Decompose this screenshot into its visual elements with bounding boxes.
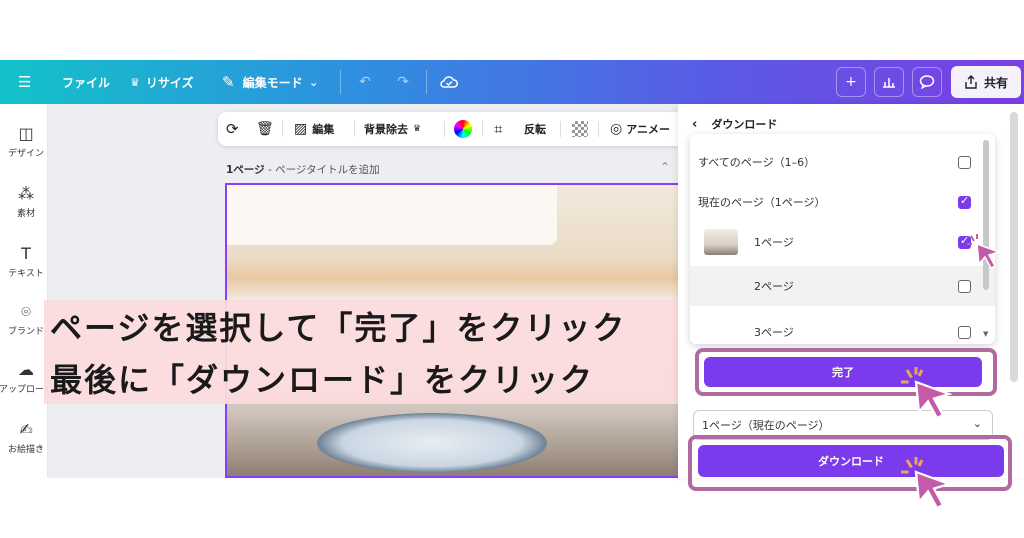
add-icon[interactable]: +	[836, 67, 866, 97]
checkbox[interactable]	[958, 325, 971, 339]
transparency-button[interactable]	[572, 112, 588, 146]
page-thumbnail	[704, 229, 738, 255]
page-title[interactable]: 1ページ - ページタイトルを追加	[226, 162, 380, 177]
comment-icon[interactable]	[912, 67, 942, 97]
color-picker-button[interactable]	[454, 112, 472, 146]
checkbox[interactable]	[958, 279, 971, 293]
page-option-2[interactable]: 2ページ	[690, 266, 995, 306]
sidebar-item-label: 素材	[16, 209, 35, 219]
click-pointer-icon	[901, 457, 953, 510]
trash-icon[interactable]: 🗑	[256, 112, 274, 146]
animate-button[interactable]: ◎ アニメー	[610, 112, 670, 146]
checkbox[interactable]	[958, 155, 971, 169]
page-option-1[interactable]: 1ページ	[690, 222, 980, 262]
page-option-all[interactable]: すべてのページ（1–6）	[690, 142, 980, 182]
page-option-label: すべてのページ（1–6）	[698, 156, 816, 169]
color-wheel-icon	[454, 120, 472, 138]
text-icon: T	[21, 244, 31, 263]
top-toolbar: ☰ ファイル ♛ リサイズ ✎ 編集モード ⌄ ↶ ↷ + 共有	[0, 60, 1024, 104]
bg-remove-label: 背景除去	[364, 123, 408, 136]
download-panel-header: ‹ ダウンロード	[692, 116, 777, 132]
sidebar-item-draw[interactable]: ✍ お絵描き	[0, 420, 52, 455]
file-menu[interactable]: ファイル	[62, 60, 110, 104]
canvas-image-window	[227, 185, 557, 245]
divider	[444, 121, 445, 137]
back-chevron-icon[interactable]: ‹	[692, 117, 697, 132]
cloud-save-icon[interactable]	[434, 67, 464, 97]
left-sidebar: ◫ デザイン ⁂ 素材 T テキスト ⌾ ブランド ☁ アップロード ✍ お絵描…	[0, 104, 53, 478]
pencil-icon: ✎	[222, 73, 235, 91]
edit-image-button[interactable]: ▨ 編集	[294, 112, 334, 146]
divider	[560, 121, 561, 137]
page-option-label: 現在のページ（1ページ）	[698, 196, 826, 209]
resize-button[interactable]: ♛ リサイズ	[130, 60, 194, 104]
edit-mode-button[interactable]: ✎ 編集モード ⌄	[222, 60, 319, 104]
elements-icon: ⁂	[18, 184, 34, 203]
upload-icon: ☁	[18, 360, 34, 379]
crown-icon: ♛	[413, 124, 422, 134]
divider	[482, 121, 483, 137]
edit-mode-label: 編集モード	[242, 75, 303, 90]
screenshot-stage: ☰ ファイル ♛ リサイズ ✎ 編集モード ⌄ ↶ ↷ + 共有 ◫ デザイン …	[0, 0, 1024, 538]
bg-remove-button[interactable]: 背景除去 ♛	[364, 112, 421, 146]
replace-icon[interactable]: ⟳	[226, 112, 239, 146]
page-option-3[interactable]: 3ページ	[690, 312, 980, 344]
hamburger-icon[interactable]: ☰	[18, 60, 31, 104]
sidebar-item-design[interactable]: ◫ デザイン	[0, 124, 52, 159]
design-icon: ◫	[18, 124, 34, 143]
page-option-current[interactable]: 現在のページ（1ページ）	[690, 182, 980, 222]
chevron-down-icon: ⌄	[972, 417, 982, 430]
page-option-label: 1ページ	[754, 236, 794, 249]
click-pointer-icon	[967, 234, 1002, 269]
page-selector-value: 1ページ（現在のページ）	[702, 419, 830, 432]
animate-label: アニメー	[626, 123, 670, 136]
transparency-icon	[572, 121, 588, 137]
chevron-up-icon[interactable]: ⌃	[660, 160, 670, 174]
checkbox-checked[interactable]	[958, 194, 971, 209]
page-select-dropdown: すべてのページ（1–6） 現在のページ（1ページ） 1ページ 2ページ 3ページ	[690, 134, 995, 344]
page-option-label: 3ページ	[754, 326, 794, 339]
divider	[354, 121, 355, 137]
undo-icon[interactable]: ↶	[350, 67, 380, 97]
divider	[426, 70, 427, 94]
sidebar-item-label: お絵描き	[7, 445, 44, 455]
instruction-caption-line2: 最後に「ダウンロード」をクリック	[44, 352, 689, 404]
crown-icon: ♛	[130, 75, 140, 89]
chart-icon[interactable]	[874, 67, 904, 97]
share-label: 共有	[983, 75, 1008, 90]
divider	[598, 121, 599, 137]
canvas-image-cup	[317, 413, 547, 473]
sidebar-item-label: ブランド	[7, 327, 44, 337]
edit-image-label: 編集	[312, 123, 335, 136]
chevron-down-icon: ⌄	[308, 75, 319, 89]
resize-label: リサイズ	[145, 75, 194, 90]
flip-button[interactable]: 反転	[524, 112, 546, 146]
crop-icon[interactable]: ⌗	[494, 112, 502, 146]
sidebar-item-label: デザイン	[7, 149, 44, 159]
panel-scrollbar[interactable]	[1010, 112, 1018, 382]
element-toolbar: ⟳ 🗑 ▨ 編集 背景除去 ♛ ⌗ 反転 ◎ アニメー	[218, 112, 688, 146]
sidebar-item-label: テキスト	[8, 269, 44, 279]
share-icon	[965, 75, 977, 89]
page-option-label: 2ページ	[754, 280, 794, 293]
scroll-down-arrow-icon[interactable]: ▼	[983, 330, 988, 338]
page-title-placeholder: - ページタイトルを追加	[264, 164, 380, 176]
download-button[interactable]: ダウンロード	[698, 445, 1004, 477]
draw-icon: ✍	[19, 420, 33, 439]
click-pointer-icon	[901, 367, 953, 420]
sidebar-item-text[interactable]: T テキスト	[0, 244, 52, 279]
page-number-label: 1ページ	[226, 164, 265, 176]
sidebar-item-elements[interactable]: ⁂ 素材	[0, 184, 52, 219]
brand-icon: ⌾	[21, 302, 31, 321]
share-button[interactable]: 共有	[951, 66, 1021, 98]
instruction-caption-line1: ページを選択して「完了」をクリック	[44, 300, 689, 352]
redo-icon[interactable]: ↷	[388, 67, 418, 97]
divider	[282, 121, 283, 137]
download-panel-title: ダウンロード	[711, 118, 778, 131]
animate-icon: ◎	[610, 121, 623, 137]
divider	[340, 70, 341, 94]
image-icon: ▨	[294, 121, 308, 137]
